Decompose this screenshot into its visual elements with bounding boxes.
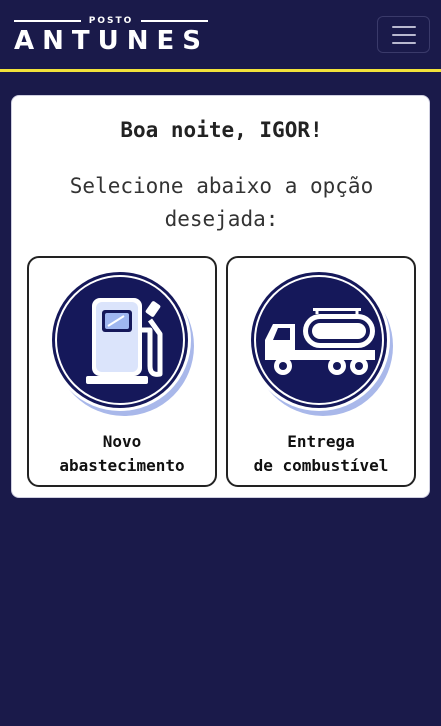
fuel-delivery-label: Entrega de combustível: [228, 430, 414, 478]
fuel-delivery-option[interactable]: Entrega de combustível: [226, 256, 416, 487]
tanker-truck-icon: [248, 269, 393, 416]
navbar: POSTO ANTUNES: [0, 0, 441, 72]
hamburger-icon-bar: [391, 33, 416, 36]
new-fueling-option[interactable]: Novo abastecimento: [27, 256, 217, 487]
new-fueling-label: Novo abastecimento: [29, 430, 215, 478]
fuel-delivery-label-line1: Entrega: [287, 432, 355, 451]
brand-line: [141, 20, 208, 22]
new-fueling-label-line2: abastecimento: [59, 456, 185, 475]
fuel-pump-icon: [49, 269, 194, 416]
new-fueling-label-line1: Novo: [102, 432, 142, 451]
menu-toggle-button[interactable]: [377, 16, 430, 53]
brand-line: [14, 20, 81, 22]
greeting-title: Boa noite, IGOR!: [120, 118, 323, 142]
brand-logo[interactable]: POSTO ANTUNES: [14, 14, 208, 54]
hamburger-icon-bar: [391, 25, 416, 28]
fuel-delivery-label-line2: de combustível: [253, 456, 389, 475]
selection-prompt: Selecione abaixo a opção desejada:: [69, 174, 374, 231]
brand-name: ANTUNES: [14, 26, 209, 56]
hamburger-icon-bar: [391, 41, 416, 44]
brand-subtitle: POSTO: [88, 16, 134, 26]
main-card: Boa noite, IGOR! Selecione abaixo a opçã…: [11, 95, 430, 498]
